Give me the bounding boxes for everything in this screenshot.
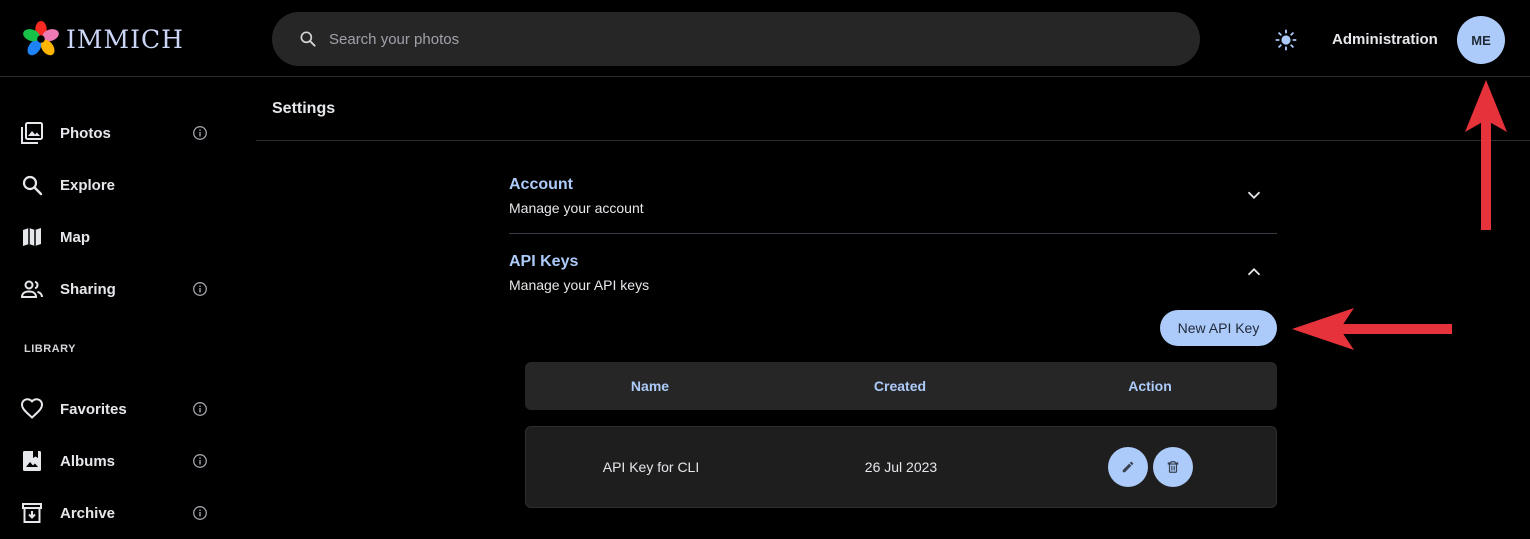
- sidebar-item-label: Explore: [60, 176, 116, 194]
- info-icon[interactable]: [192, 401, 208, 417]
- page-title: Settings: [272, 100, 336, 117]
- album-icon: [23, 451, 41, 471]
- archive-icon: [22, 503, 42, 523]
- sidebar-item-sharing[interactable]: Sharing: [0, 265, 240, 313]
- app-logo[interactable]: IMMICH: [22, 20, 184, 58]
- api-key-name: API Key for CLI: [602, 459, 700, 475]
- annotation-arrow-up-icon: [1465, 80, 1507, 230]
- library-section-label: LIBRARY: [24, 343, 76, 355]
- info-icon[interactable]: [192, 505, 208, 521]
- sidebar-item-label: Albums: [60, 452, 116, 470]
- sidebar-item-label: Favorites: [60, 400, 127, 418]
- search-input[interactable]: [329, 12, 1169, 66]
- sidebar-item-label: Photos: [60, 124, 111, 142]
- annotation-arrow-left-icon: [1292, 308, 1452, 350]
- sidebar-item-label: Archive: [60, 504, 116, 522]
- edit-api-key-button[interactable]: [1108, 447, 1148, 487]
- table-row: API Key for CLI 26 Jul 2023: [525, 426, 1277, 508]
- sidebar-item-favorites[interactable]: Favorites: [0, 385, 240, 433]
- photos-icon: [21, 122, 43, 144]
- people-icon: [20, 280, 43, 298]
- immich-logo-icon: [23, 20, 59, 56]
- api-key-created-date: 26 Jul 2023: [864, 459, 938, 475]
- api-keys-settings-section[interactable]: API Keys Manage your API keys: [509, 253, 1277, 303]
- sidebar-item-archive[interactable]: Archive: [0, 489, 240, 537]
- new-api-key-button[interactable]: New API Key: [1160, 310, 1277, 346]
- theme-toggle-button[interactable]: [1270, 24, 1302, 56]
- chevron-up-icon[interactable]: [1243, 261, 1265, 283]
- sidebar-item-map[interactable]: Map: [0, 213, 240, 261]
- sun-icon: [1275, 29, 1297, 51]
- search-icon: [300, 31, 316, 47]
- pencil-icon: [1122, 461, 1134, 473]
- sidebar-item-explore[interactable]: Explore: [0, 161, 240, 209]
- section-title: Account: [509, 176, 573, 193]
- column-header-created: Created: [873, 378, 927, 394]
- app-name: IMMICH: [66, 24, 184, 54]
- column-header-name: Name: [630, 378, 670, 394]
- column-header-action: Action: [1128, 378, 1172, 394]
- account-settings-section[interactable]: Account Manage your account: [509, 176, 1277, 226]
- section-title: API Keys: [509, 253, 579, 270]
- page-header: Settings: [256, 78, 1530, 141]
- map-icon: [23, 228, 41, 246]
- section-divider: [509, 233, 1277, 234]
- info-icon[interactable]: [192, 453, 208, 469]
- sidebar-item-label: Map: [60, 228, 90, 246]
- delete-api-key-button[interactable]: [1153, 447, 1193, 487]
- section-subtitle: Manage your API keys: [509, 277, 650, 293]
- heart-icon: [20, 398, 44, 419]
- sidebar-item-albums[interactable]: Albums: [0, 437, 240, 485]
- search-bar[interactable]: [272, 12, 1200, 66]
- top-bar: IMMICH Administration ME: [0, 0, 1530, 77]
- api-keys-table-header: Name Created Action: [525, 362, 1277, 410]
- administration-link[interactable]: Administration: [1332, 31, 1438, 48]
- user-avatar[interactable]: ME: [1457, 16, 1505, 64]
- info-icon[interactable]: [192, 281, 208, 297]
- section-subtitle: Manage your account: [509, 200, 644, 216]
- search-icon: [22, 175, 43, 196]
- sidebar-item-photos[interactable]: Photos: [0, 109, 240, 157]
- sidebar-item-label: Sharing: [60, 280, 116, 298]
- chevron-down-icon[interactable]: [1243, 184, 1265, 206]
- sidebar: Photos Explore Map Sharing LIBRARY Favor…: [0, 78, 240, 539]
- info-icon[interactable]: [192, 125, 208, 141]
- trash-icon: [1167, 461, 1179, 473]
